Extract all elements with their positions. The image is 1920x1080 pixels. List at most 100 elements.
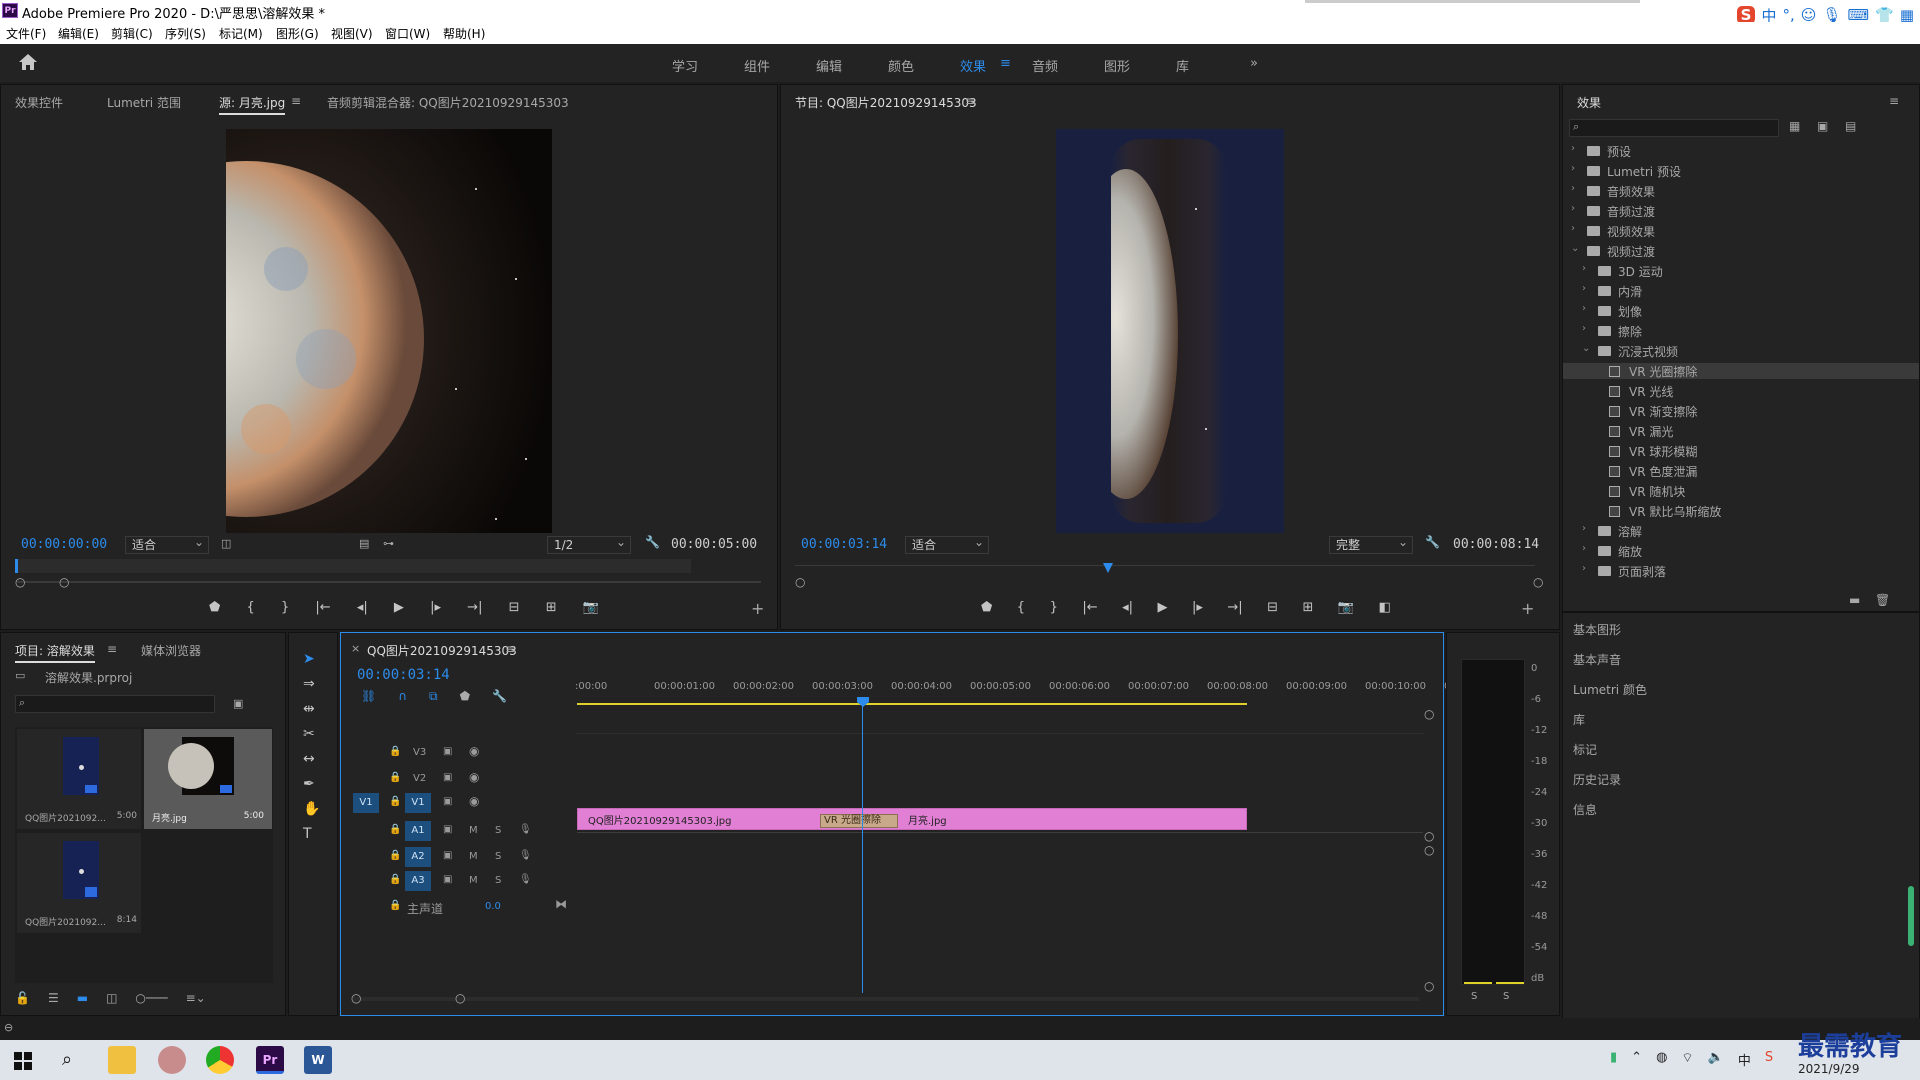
mute-button[interactable]: M [469, 875, 478, 886]
menu-edit[interactable]: 编辑(E) [58, 25, 99, 42]
effects-tree-item[interactable]: › 缩放 [1563, 543, 1919, 559]
chevron-right-icon[interactable]: › [1582, 563, 1586, 574]
panel-markers[interactable]: 标记 [1573, 741, 1597, 758]
source-resolution-dropdown[interactable]: 1/2 [547, 534, 631, 554]
sort-icon[interactable]: ≡⌄ [186, 991, 206, 1007]
effects-tree-item[interactable]: › 3D 运动 [1563, 263, 1919, 279]
source-fit-dropdown[interactable]: 适合 [125, 534, 209, 554]
effects-menu-icon[interactable]: ≡ [1889, 94, 1899, 108]
safe-margin-icon[interactable]: ◫ [221, 537, 231, 550]
transition-block[interactable]: VR 光圈擦除 [820, 814, 898, 828]
pen-tool-icon[interactable]: ✒ [303, 776, 320, 792]
effects-tree-item[interactable]: VR 色度泄漏 [1563, 463, 1919, 479]
mark-in-icon[interactable]: { [1017, 600, 1025, 618]
effects-tree-item[interactable]: ⌄ 沉浸式视频 [1563, 343, 1919, 359]
search-icon[interactable]: ⌕ [62, 1049, 72, 1070]
timeline-timecode[interactable]: 00:00:03:14 [357, 667, 450, 683]
menu-view[interactable]: 视图(V) [331, 25, 373, 42]
workspace-libraries[interactable]: 库 [1176, 56, 1189, 75]
icon-view-icon[interactable]: ▬ [77, 991, 88, 1007]
windows-start-icon[interactable] [14, 1052, 32, 1070]
timeline-playhead-head[interactable] [857, 697, 869, 707]
v-scroll-bottom-icon[interactable]: ○ [1424, 979, 1434, 993]
record-mic-icon[interactable]: 🎙 [519, 874, 532, 885]
speaker-icon[interactable]: 🔈 [1708, 1050, 1724, 1069]
sequence-menu-icon[interactable]: ≡ [505, 642, 515, 656]
sync-lock-icon[interactable]: ▣ [443, 874, 452, 885]
tab-effect-controls[interactable]: 效果控件 [15, 94, 63, 111]
v-scroll-top-icon[interactable]: ○ [1424, 707, 1434, 721]
insert-clip-icon[interactable]: ⊟ [509, 600, 520, 618]
effects-tree-item[interactable]: VR 球形模糊 [1563, 443, 1919, 459]
project-item[interactable]: QQ图片2021092... 8:14 [17, 833, 141, 933]
step-back-icon[interactable]: ◂| [357, 600, 368, 618]
lock-icon[interactable]: 🔒 [389, 850, 401, 861]
tab-menu-icon[interactable]: ≡ [291, 94, 301, 108]
source-time-ruler[interactable] [15, 559, 691, 573]
lock-icon[interactable]: 🔒 [389, 900, 401, 911]
mark-in-icon[interactable]: { [246, 600, 254, 618]
solo-left-button[interactable]: S [1471, 991, 1477, 1002]
effects-tree-item[interactable]: VR 渐变擦除 [1563, 403, 1919, 419]
sync-lock-icon[interactable]: ▣ [443, 796, 452, 807]
wifi-icon[interactable]: ⌔ [1681, 1050, 1693, 1069]
taskbar-date[interactable]: 2021/9/29 [1798, 1062, 1860, 1076]
effects-tree-item[interactable]: › 划像 [1563, 303, 1919, 319]
source-playhead[interactable] [15, 559, 18, 573]
program-time-ruler[interactable] [795, 565, 1535, 566]
type-tool-icon[interactable]: T [303, 826, 320, 842]
32bit-effects-icon[interactable]: ▣ [1817, 119, 1828, 133]
more-workspaces-icon[interactable]: » [1250, 56, 1258, 71]
zoom-handle-right-icon[interactable]: ○ [59, 575, 69, 589]
program-timecode[interactable]: 00:00:03:14 [801, 537, 887, 552]
file-explorer-icon[interactable] [108, 1046, 136, 1074]
zoom-handle-left-icon[interactable]: ○ [15, 575, 25, 589]
step-back-icon[interactable]: ◂| [1122, 600, 1133, 618]
effects-tree-item[interactable]: › 溶解 [1563, 523, 1919, 539]
solo-button[interactable]: S [495, 875, 501, 886]
mark-out-icon[interactable]: } [281, 600, 289, 618]
new-bin-icon[interactable]: ▬ [1849, 593, 1860, 607]
program-playhead[interactable] [1103, 563, 1113, 573]
h-scroll-right-icon[interactable]: ○ [455, 991, 465, 1005]
track-v1-label[interactable]: V1 [405, 793, 431, 813]
linked-selection-icon[interactable]: ⧉ [429, 689, 438, 704]
lock-icon[interactable]: 🔒 [389, 772, 401, 783]
program-fit-dropdown[interactable]: 适合 [905, 534, 989, 554]
new-search-bin-icon[interactable]: ▣ [233, 697, 243, 710]
timeline-settings-icon[interactable]: 🔧 [492, 689, 507, 704]
eye-icon[interactable]: ◉ [469, 744, 479, 758]
tab-source[interactable]: 源: 月亮.jpg [219, 94, 286, 115]
h-scrollbar[interactable] [353, 997, 1419, 1001]
workspace-graphics[interactable]: 图形 [1104, 56, 1130, 75]
panel-info[interactable]: 信息 [1573, 801, 1597, 818]
effects-tree-item[interactable]: VR 光圈擦除 [1563, 363, 1919, 379]
go-to-end-icon[interactable]: ⧓ [555, 897, 567, 911]
panel-lumetri-color[interactable]: Lumetri 颜色 [1573, 681, 1647, 698]
snap-icon[interactable]: ∩ [398, 689, 407, 704]
solo-button[interactable]: S [495, 825, 501, 836]
chrome-icon[interactable] [206, 1046, 234, 1074]
yuv-effects-icon[interactable]: ▤ [1845, 119, 1856, 133]
effects-tree-item[interactable]: › 视频效果 [1563, 223, 1919, 239]
h-scroll-left-icon[interactable]: ○ [351, 991, 361, 1005]
hand-tool-icon[interactable]: ✋ [303, 801, 320, 817]
panel-essential-graphics[interactable]: 基本图形 [1573, 621, 1621, 638]
master-volume-value[interactable]: 0.0 [485, 901, 501, 912]
program-menu-icon[interactable]: ≡ [965, 94, 975, 108]
effects-title[interactable]: 效果 [1577, 94, 1601, 111]
source-zoom-bar[interactable] [17, 581, 761, 583]
sync-lock-icon[interactable]: ▣ [443, 850, 452, 861]
track-select-icon[interactable]: ⇒ [303, 676, 320, 692]
chevron-right-icon[interactable]: › [1582, 323, 1586, 334]
export-frame-icon[interactable]: 📷 [583, 600, 599, 618]
home-icon[interactable] [18, 53, 38, 71]
panel-history[interactable]: 历史记录 [1573, 771, 1621, 788]
add-marker-icon[interactable]: ⬟ [981, 600, 992, 618]
slip-tool-icon[interactable]: ↔ [303, 751, 320, 767]
chevron-right-icon[interactable]: › [1582, 263, 1586, 274]
clip-moon[interactable]: 月亮.jpg [908, 812, 947, 827]
menu-graphics[interactable]: 图形(G) [276, 25, 319, 42]
effects-search-input[interactable]: ⌕ [1569, 119, 1779, 137]
green-scroll-indicator[interactable] [1908, 886, 1914, 946]
